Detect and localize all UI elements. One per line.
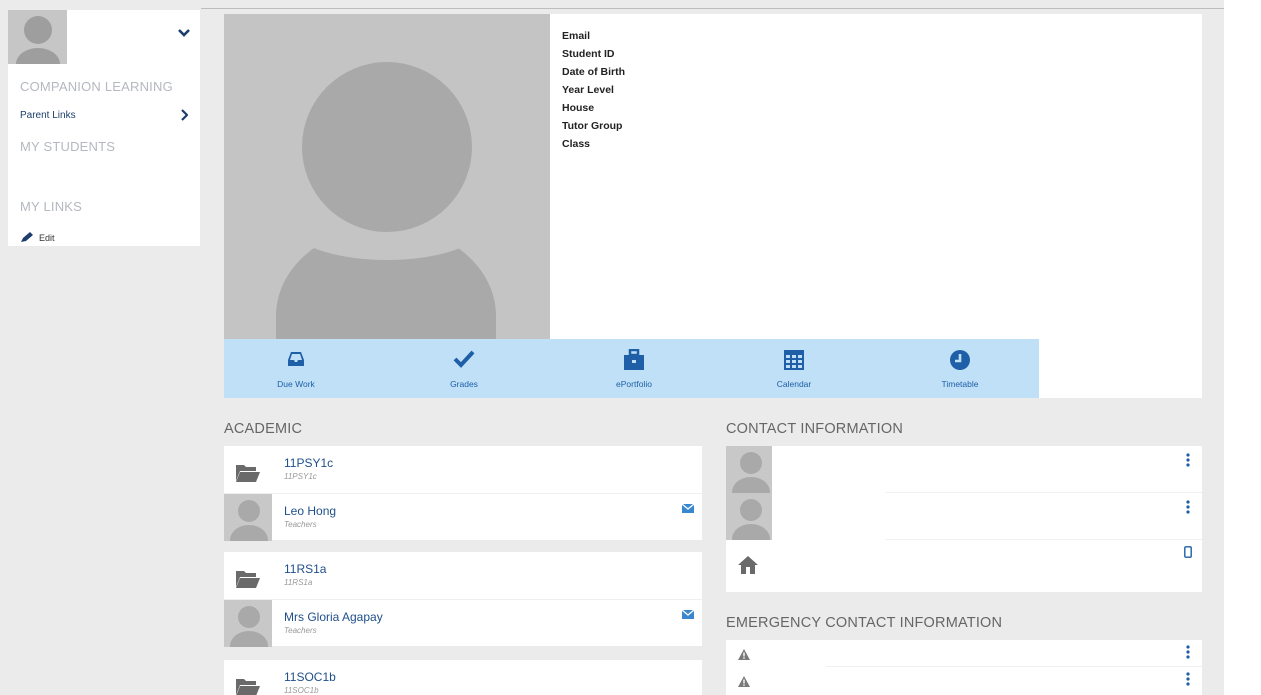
quick-link-label: Timetable [941, 379, 979, 389]
field-student-id: Student ID [562, 48, 615, 60]
emergency-heading: EMERGENCY CONTACT INFORMATION [726, 615, 1003, 631]
contact-row [726, 446, 1202, 493]
contact-row [726, 493, 1202, 540]
class-code[interactable]: 11SOC1b [284, 670, 336, 684]
more-options-icon[interactable] [1186, 672, 1190, 686]
student-profile-card: Email Student ID Date of Birth Year Leve… [224, 14, 1202, 398]
section-my-links: MY LINKS [20, 199, 83, 214]
class-subtitle: 11RS1a [284, 578, 313, 587]
teacher-name[interactable]: Mrs Gloria Agapay [284, 610, 383, 624]
sidebar: COMPANION LEARNING Parent Links MY STUDE… [8, 10, 200, 246]
class-card: 11RS1a 11RS1a Mrs Gloria Agapay Teachers [224, 552, 702, 647]
quick-link-grades[interactable]: Grades [414, 339, 514, 398]
field-year-level: Year Level [562, 84, 614, 96]
sidebar-item-parent-links[interactable]: Parent Links [20, 110, 76, 121]
more-options-icon[interactable] [1186, 500, 1190, 514]
class-card: 11PSY1c 11PSY1c Leo Hong Teachers [224, 446, 702, 541]
class-subtitle: 11SOC1b [284, 686, 319, 695]
checkmark-icon [453, 350, 475, 368]
emergency-row [726, 640, 1202, 667]
quick-link-label: Due Work [277, 379, 315, 389]
quick-link-due-work[interactable]: Due Work [246, 339, 346, 398]
teacher-row: Leo Hong Teachers [224, 493, 702, 541]
quick-link-eportfolio[interactable]: ePortfolio [584, 339, 684, 398]
academic-heading: ACADEMIC [224, 421, 303, 437]
clock-icon [950, 350, 970, 370]
field-class: Class [562, 138, 591, 150]
section-my-students[interactable]: MY STUDENTS [20, 139, 115, 154]
field-house: House [562, 102, 595, 114]
quick-link-calendar[interactable]: Calendar [744, 339, 844, 398]
warning-icon [738, 676, 750, 687]
class-row[interactable]: 11SOC1b 11SOC1b [224, 660, 702, 695]
class-row[interactable]: 11RS1a 11RS1a [224, 552, 702, 599]
warning-icon [738, 649, 750, 660]
top-divider [201, 8, 1224, 9]
mail-icon[interactable] [682, 504, 694, 513]
quick-link-label: ePortfolio [616, 379, 652, 389]
calendar-icon [784, 350, 804, 370]
class-row[interactable]: 11PSY1c 11PSY1c [224, 446, 702, 493]
teacher-name[interactable]: Leo Hong [284, 504, 336, 518]
profile-fields: Email Student ID Date of Birth Year Leve… [562, 27, 625, 153]
mail-icon[interactable] [682, 610, 694, 619]
field-tutor-group: Tutor Group [562, 120, 623, 132]
quick-link-timetable[interactable]: Timetable [910, 339, 1010, 398]
edit-label: Edit [39, 232, 55, 243]
contact-avatar [726, 446, 772, 493]
contact-card [726, 446, 1202, 592]
quick-links-bar: Due Work Grades ePortfolio Calendar Time… [224, 339, 1039, 398]
student-photo [224, 14, 550, 339]
class-code[interactable]: 11PSY1c [284, 456, 333, 470]
quick-link-label: Calendar [776, 379, 812, 389]
home-icon [738, 556, 758, 574]
section-companion-learning: COMPANION LEARNING [20, 79, 173, 94]
more-options-icon[interactable] [1186, 645, 1190, 659]
pencil-icon [21, 232, 33, 242]
mobile-phone-icon[interactable] [1184, 546, 1192, 558]
more-options-icon[interactable] [1186, 453, 1190, 467]
address-row [726, 540, 1202, 587]
teacher-avatar [224, 600, 272, 647]
contact-heading: CONTACT INFORMATION [726, 421, 903, 437]
folder-icon [236, 679, 260, 695]
contact-avatar [726, 493, 772, 540]
chevron-down-icon[interactable] [178, 28, 190, 38]
teacher-avatar [224, 494, 272, 541]
field-date-of-birth: Date of Birth [562, 66, 625, 78]
teacher-role: Teachers [284, 520, 317, 529]
emergency-card [726, 640, 1202, 695]
user-avatar[interactable] [8, 10, 67, 64]
quick-link-label: Grades [450, 379, 478, 389]
field-email: Email [562, 30, 591, 42]
folder-icon [236, 465, 260, 482]
inbox-icon [288, 352, 304, 366]
class-subtitle: 11PSY1c [284, 472, 317, 481]
emergency-row [726, 667, 1202, 694]
teacher-role: Teachers [284, 626, 317, 635]
teacher-row: Mrs Gloria Agapay Teachers [224, 599, 702, 647]
class-code[interactable]: 11RS1a [284, 562, 326, 576]
briefcase-icon [624, 349, 644, 370]
edit-links-button[interactable]: Edit [20, 232, 55, 243]
class-card: 11SOC1b 11SOC1b [224, 660, 702, 695]
folder-icon [236, 571, 260, 588]
chevron-right-icon[interactable] [180, 109, 188, 121]
